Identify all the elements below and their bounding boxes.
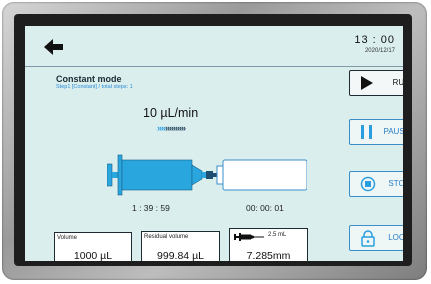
remaining-time: 00: 00: 01 (246, 203, 284, 213)
stop-button[interactable]: STOP (349, 171, 403, 197)
clock-time: 13 : 00 (354, 34, 395, 46)
pause-button[interactable]: PAUSE (349, 119, 403, 145)
play-icon (361, 76, 373, 90)
syringe-diameter-value: 7.285mm (246, 250, 291, 261)
residual-volume-value: 999.84 µL (157, 250, 204, 261)
run-button[interactable]: RUN (349, 70, 403, 96)
volume-box: Volume 1000 µL (54, 232, 132, 261)
syringe-icon (234, 233, 264, 241)
syringe-graphic (107, 154, 307, 196)
syringe-size-label: 2.5 mL (268, 232, 287, 238)
mode-step-info: Step1 [Constant] / total steps: 1 (56, 84, 133, 90)
flow-chevrons-active: »» (157, 123, 166, 133)
flow-chevrons-rest: »»»»» (165, 123, 186, 133)
run-button-label: RUN (392, 78, 403, 87)
clock-date: 2020/12/17 (364, 48, 395, 54)
flow-rate: 10 µL/min (143, 106, 199, 120)
mode-title: Constant mode (56, 74, 122, 84)
elapsed-time: 1 : 39 : 59 (132, 203, 170, 213)
volume-label: Volume (57, 235, 78, 241)
stop-button-label: STOP (388, 179, 403, 188)
lock-button-label: LOCK (388, 233, 403, 242)
back-button[interactable] (43, 38, 65, 56)
lock-icon (361, 230, 375, 247)
pause-icon (361, 125, 372, 139)
lock-button[interactable]: LOCK (349, 225, 403, 251)
stop-icon (360, 176, 376, 192)
residual-volume-box: Residual volume 999.84 µL (141, 231, 220, 261)
volume-value: 1000 µL (73, 250, 113, 261)
syringe-size-box: 2.5 mL 7.285mm (229, 228, 308, 261)
pause-button-label: PAUSE (383, 127, 403, 136)
flow-direction-indicator: »»»»»»» (157, 123, 186, 133)
residual-volume-label: Residual volume (144, 234, 189, 240)
top-bar: 13 : 00 2020/12/17 (25, 26, 403, 67)
back-arrow-icon (44, 39, 63, 55)
touch-screen: 13 : 00 2020/12/17 Constant mode Step1 [… (25, 26, 403, 261)
